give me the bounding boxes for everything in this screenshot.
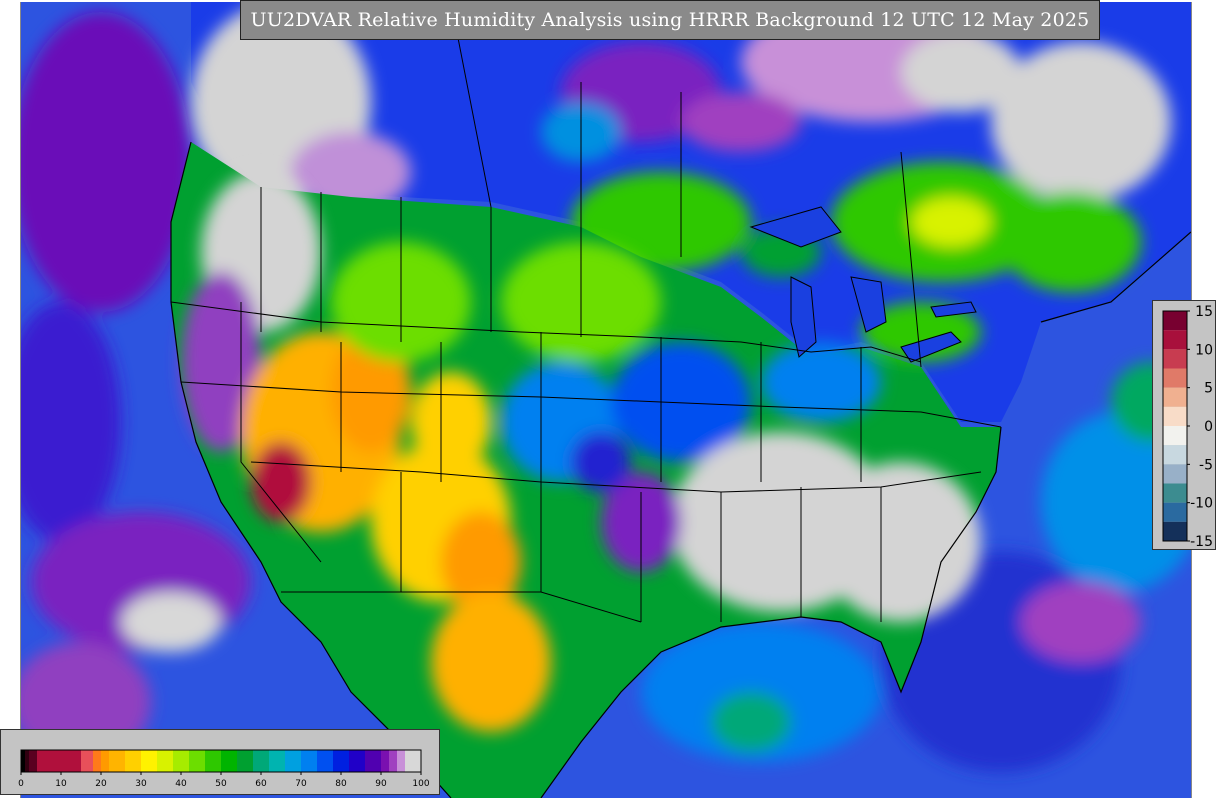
rh-tick-label: 10 — [55, 779, 67, 789]
rh-bin-11 — [173, 750, 189, 772]
map-title: UU2DVAR Relative Humidity Analysis using… — [240, 0, 1100, 40]
difference-bin-0 — [1163, 311, 1187, 331]
rh-bin-19 — [301, 750, 317, 772]
difference-bin-10 — [1163, 502, 1187, 522]
rh-bin-25 — [389, 750, 397, 772]
rh-bin-18 — [285, 750, 301, 772]
rh-colorbar-ticks: 0 10 20 30 40 50 60 70 80 90 100 — [18, 772, 430, 789]
rh-bin-26 — [397, 750, 405, 772]
rh-tick-label: 20 — [95, 779, 107, 789]
difference-tick-label: -15 — [1190, 534, 1213, 550]
difference-bin-11 — [1163, 521, 1187, 541]
rh-bin-16 — [253, 750, 269, 772]
rh-bin-9 — [141, 750, 157, 772]
rh-colorbar: 0 10 20 30 40 50 60 70 80 90 100 — [18, 749, 430, 789]
difference-colorbar-ticks: 15 10 5 0 -5 -10 -15 — [1187, 304, 1213, 550]
difference-colorbar: 15 10 5 0 -5 -10 -15 — [1162, 304, 1213, 550]
rh-bin-17 — [269, 750, 285, 772]
rh-bin-24 — [381, 750, 389, 772]
rh-bin-23 — [365, 750, 381, 772]
rh-tick-label: 50 — [215, 779, 227, 789]
rh-bin-5 — [93, 750, 101, 772]
difference-bin-1 — [1163, 330, 1187, 350]
difference-bin-5 — [1163, 406, 1187, 426]
difference-bin-3 — [1163, 368, 1187, 388]
rh-colorbar-legend: 0 10 20 30 40 50 60 70 80 90 100 — [0, 729, 440, 795]
rh-tick-label: 100 — [412, 779, 429, 789]
difference-bin-2 — [1163, 349, 1187, 369]
rh-bin-20 — [317, 750, 333, 772]
difference-tick-label: 5 — [1204, 381, 1213, 397]
difference-tick-label: -5 — [1199, 457, 1213, 473]
rh-bin-3 — [37, 750, 81, 772]
rh-bin-13 — [205, 750, 221, 772]
rh-tick-label: 0 — [18, 779, 24, 789]
rh-tick-label: 90 — [375, 779, 387, 789]
difference-bin-9 — [1163, 483, 1187, 503]
difference-tick-label: 0 — [1204, 419, 1213, 435]
difference-colorbar-bins — [1163, 311, 1187, 541]
rh-bin-4 — [81, 750, 93, 772]
rh-bin-7 — [109, 750, 125, 772]
difference-bin-4 — [1163, 387, 1187, 407]
rh-colorbar-bins — [21, 750, 421, 772]
rh-bin-27 — [405, 750, 421, 772]
difference-tick-label: 10 — [1195, 342, 1213, 358]
rh-tick-label: 40 — [175, 779, 187, 789]
rh-bin-21 — [333, 750, 349, 772]
difference-colorbar-legend: 15 10 5 0 -5 -10 -15 — [1152, 300, 1216, 550]
humidity-map — [20, 2, 1192, 798]
rh-bin-10 — [157, 750, 173, 772]
rh-tick-label: 30 — [135, 779, 147, 789]
rh-bin-8 — [125, 750, 141, 772]
rh-bin-2 — [29, 750, 37, 772]
rh-bin-0 — [21, 750, 25, 772]
difference-tick-label: 15 — [1195, 304, 1213, 320]
difference-tick-label: -10 — [1190, 496, 1213, 512]
rh-tick-label: 70 — [295, 779, 307, 789]
difference-bin-7 — [1163, 445, 1187, 465]
rh-bin-6 — [101, 750, 109, 772]
rh-bin-12 — [189, 750, 205, 772]
difference-bin-8 — [1163, 464, 1187, 484]
rh-bin-1 — [25, 750, 29, 772]
rh-tick-label: 60 — [255, 779, 267, 789]
rh-bin-15 — [237, 750, 253, 772]
map-canvas — [21, 2, 1191, 798]
rh-tick-label: 80 — [335, 779, 347, 789]
rh-bin-22 — [349, 750, 365, 772]
rh-bin-14 — [221, 750, 237, 772]
difference-bin-6 — [1163, 426, 1187, 446]
